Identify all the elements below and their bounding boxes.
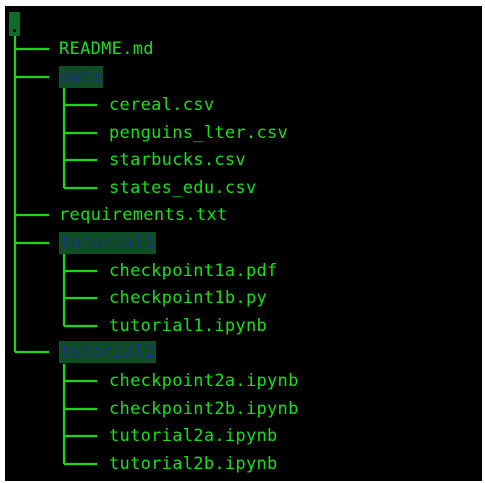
tree-item-tutorial2-directory[interactable]: tutorial2 [59, 341, 156, 363]
tree-item-tutorial2a-notebook[interactable]: tutorial2a.ipynb [109, 425, 278, 447]
tree-item-starbucks-csv[interactable]: starbucks.csv [109, 149, 246, 171]
tree-item-checkpoint1b[interactable]: checkpoint1b.py [109, 287, 267, 309]
terminal-window: . README.md data cereal.csv penguins_lte… [5, 6, 482, 481]
tree-item-tutorial1-directory[interactable]: tutorial1 [59, 232, 156, 254]
tree-item-checkpoint1a[interactable]: checkpoint1a.pdf [109, 260, 278, 282]
tree-item-checkpoint2a[interactable]: checkpoint2a.ipynb [109, 370, 299, 392]
tree-item-states-edu-csv[interactable]: states_edu.csv [109, 177, 257, 199]
tree-item-cereal-csv[interactable]: cereal.csv [109, 94, 214, 116]
tree-item-tutorial2b-notebook[interactable]: tutorial2b.ipynb [109, 453, 278, 475]
tree-item-requirements[interactable]: requirements.txt [59, 204, 228, 226]
root-directory-marker: . [9, 12, 20, 36]
tree-item-tutorial1-notebook[interactable]: tutorial1.ipynb [109, 315, 267, 337]
tree-item-data-directory[interactable]: data [59, 66, 104, 88]
tree-item-readme[interactable]: README.md [59, 38, 154, 60]
tree-item-penguins-csv[interactable]: penguins_lter.csv [109, 122, 288, 144]
root-dot-glyph: . [13, 29, 16, 32]
tree-item-checkpoint2b[interactable]: checkpoint2b.ipynb [109, 398, 299, 420]
